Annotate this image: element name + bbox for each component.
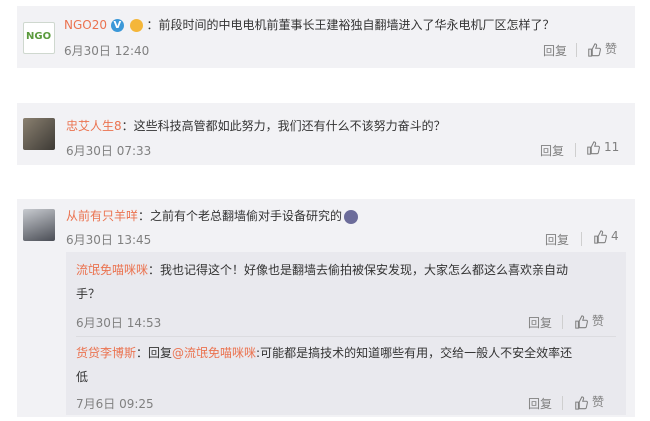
- action-divider: [576, 43, 577, 57]
- reply-body: ：我也记得这个！好像也是翻墙去偷拍被保安发现，大家怎么都这么喜欢亲自动: [148, 263, 569, 277]
- timestamp: 6月30日 13:45: [66, 233, 152, 247]
- timestamp: 6月30日 12:40: [64, 44, 150, 58]
- action-divider: [575, 143, 576, 157]
- thumb-up-icon: [588, 42, 601, 57]
- verified-badge-icon: V: [110, 19, 124, 32]
- username[interactable]: 忠艾人生8: [66, 119, 122, 133]
- action-divider: [562, 396, 563, 410]
- reply-prefix: ：回复: [136, 346, 173, 360]
- like-button[interactable]: 11: [586, 140, 619, 155]
- avatar[interactable]: [23, 209, 55, 241]
- like-count: 11: [604, 140, 620, 154]
- username[interactable]: 货贷李博斯: [76, 346, 136, 360]
- reply-button[interactable]: 回复: [528, 395, 552, 412]
- reply-text-1-cont: 手？: [76, 287, 101, 301]
- comment-body: ：前段时间的中电电机前董事长王建裕独自翻墙进入了华永电机厂区怎样了？: [146, 18, 555, 32]
- comment-text-3: 从前有只羊咩：之前有个老总翻墙偷对手设备研究的: [66, 207, 359, 225]
- thumb-up-icon: [575, 314, 588, 329]
- reply-text-1: 流氓免喵咪咪：我也记得这个！好像也是翻墙去偷拍被保安发现，大家怎么都这么喜欢亲自…: [76, 259, 568, 281]
- like-label: 赞: [592, 395, 605, 409]
- action-divider: [562, 315, 563, 329]
- like-button[interactable]: 赞: [574, 312, 604, 329]
- avatar-logo-text: NGO: [26, 31, 52, 42]
- avatar[interactable]: NGO: [23, 22, 55, 54]
- action-divider: [581, 232, 582, 246]
- mention-link[interactable]: @流氓免喵咪咪: [172, 346, 256, 360]
- comment-text-1: NGO20 V ：前段时间的中电电机前董事长王建裕独自翻墙进入了华永电机厂区怎样…: [64, 16, 555, 34]
- timestamp: 6月30日 07:33: [66, 144, 152, 158]
- reply-body: :可能都是搞技术的知道哪些有用，交给一般人不安全效率还: [256, 346, 573, 360]
- reply-button[interactable]: 回复: [543, 42, 567, 59]
- username[interactable]: 从前有只羊咩: [66, 209, 138, 223]
- thumb-up-icon: [587, 140, 600, 155]
- medal-icon: [129, 19, 143, 32]
- like-button[interactable]: 4: [593, 229, 619, 244]
- avatar[interactable]: [23, 118, 55, 150]
- timestamp: 7月6日 09:25: [76, 397, 154, 411]
- comment-text-2: 忠艾人生8：这些科技高管都如此努力，我们还有什么不该努力奋斗的？: [66, 117, 446, 135]
- thumb-up-icon: [594, 229, 607, 244]
- like-label: 赞: [605, 42, 618, 56]
- like-button[interactable]: 赞: [574, 393, 604, 410]
- thumb-up-icon: [575, 395, 588, 410]
- emoji-icon: [344, 209, 359, 224]
- reply-button[interactable]: 回复: [528, 314, 552, 331]
- reply-text-2-cont: 低: [76, 370, 89, 384]
- reply-text-2: 货贷李博斯：回复@流氓免喵咪咪:可能都是搞技术的知道哪些有用，交给一般人不安全效…: [76, 342, 572, 364]
- reply-button[interactable]: 回复: [545, 231, 569, 248]
- timestamp: 6月30日 14:53: [76, 316, 162, 330]
- username[interactable]: NGO20: [64, 18, 107, 32]
- like-count: 4: [611, 229, 619, 243]
- like-button[interactable]: 赞: [587, 40, 617, 57]
- comment-body: ：这些科技高管都如此努力，我们还有什么不该努力奋斗的？: [121, 119, 446, 133]
- like-label: 赞: [592, 314, 605, 328]
- reply-divider: [76, 336, 616, 337]
- reply-button[interactable]: 回复: [540, 142, 564, 159]
- comment-body: ：之前有个老总翻墙偷对手设备研究的: [138, 209, 343, 223]
- username[interactable]: 流氓免喵咪咪: [76, 263, 148, 277]
